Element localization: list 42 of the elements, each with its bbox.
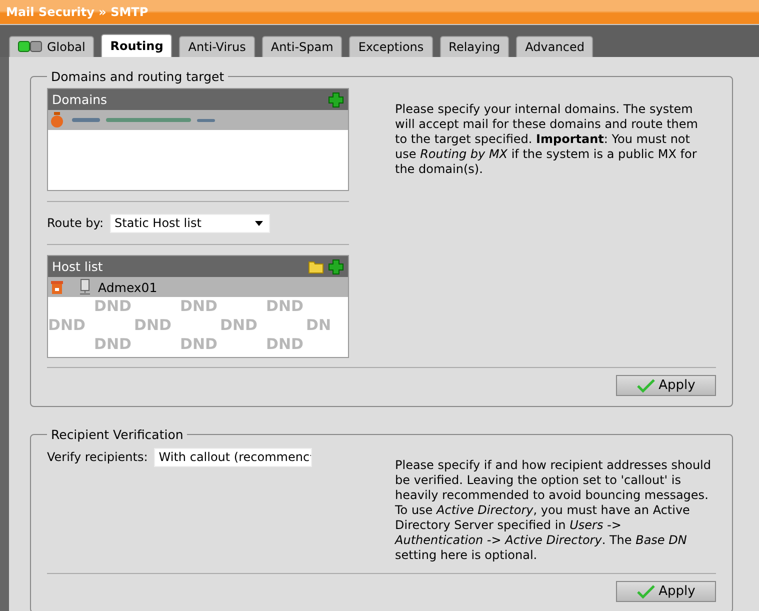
tab[interactable]: Exceptions [349, 36, 433, 57]
domain-icon [50, 112, 64, 128]
caret-icon [254, 220, 263, 226]
field-label: Verify recipients: [47, 450, 148, 464]
help-text: Please specify if and how recipient addresses should be verified. Leaving the option set to 'callout' is heavily recommended to avoid bouncing messages. To use Active Directory, you must have an Active Directory Server specified in Users -> Authentication -> Active Directory. The Base DN setting here is optional. [395, 457, 712, 563]
tab[interactable]: Advanced [516, 36, 594, 57]
background-label: DND [134, 316, 172, 335]
tab[interactable]: Anti-Spam [262, 36, 342, 57]
add-icon[interactable] [328, 258, 344, 274]
folder-icon[interactable] [308, 260, 324, 274]
breadcrumb: Mail Security » SMTP [6, 5, 148, 19]
background-label: DND [220, 316, 258, 335]
background-label: DND [266, 297, 304, 316]
check-icon [636, 378, 655, 392]
background-label: DND [180, 297, 218, 316]
field-label: Route by: [47, 216, 104, 230]
apply-button[interactable]: Apply [616, 581, 716, 602]
route-by-dropdown[interactable]: Static Host list [110, 214, 270, 232]
host-name: Admex01 [98, 280, 158, 294]
background-label: DND [94, 297, 132, 316]
list-title: Domains [52, 92, 108, 107]
background-label: DND [94, 335, 132, 354]
domain-row[interactable] [48, 110, 348, 130]
tab[interactable]: Global [9, 36, 94, 57]
section-legend: Recipient Verification [47, 427, 188, 442]
verify-dropdown[interactable]: With callout (recommenc [154, 448, 312, 466]
delete-icon[interactable] [50, 280, 64, 294]
tab[interactable]: Relaying [440, 36, 510, 57]
background-label: DN [306, 316, 332, 335]
background-label: DND [266, 335, 304, 354]
host-row[interactable]: Admex01 [48, 277, 348, 297]
section-legend: Domains and routing target [47, 69, 228, 84]
background-label: DND [48, 316, 86, 335]
tab[interactable]: Anti-Virus [179, 36, 255, 57]
add-icon[interactable] [328, 92, 344, 108]
help-text: Please specify your internal domains. The system will accept mail for these domains and route them to the target specified. Important: You must not use Routing by MX if the system is a public MX for the domain(s). [395, 101, 699, 178]
server-icon [78, 279, 92, 295]
background-label: DND [180, 335, 218, 354]
list-title: Host list [52, 259, 103, 274]
apply-button[interactable]: Apply [616, 375, 716, 396]
tab[interactable]: Routing [101, 34, 172, 57]
check-icon [636, 584, 655, 598]
